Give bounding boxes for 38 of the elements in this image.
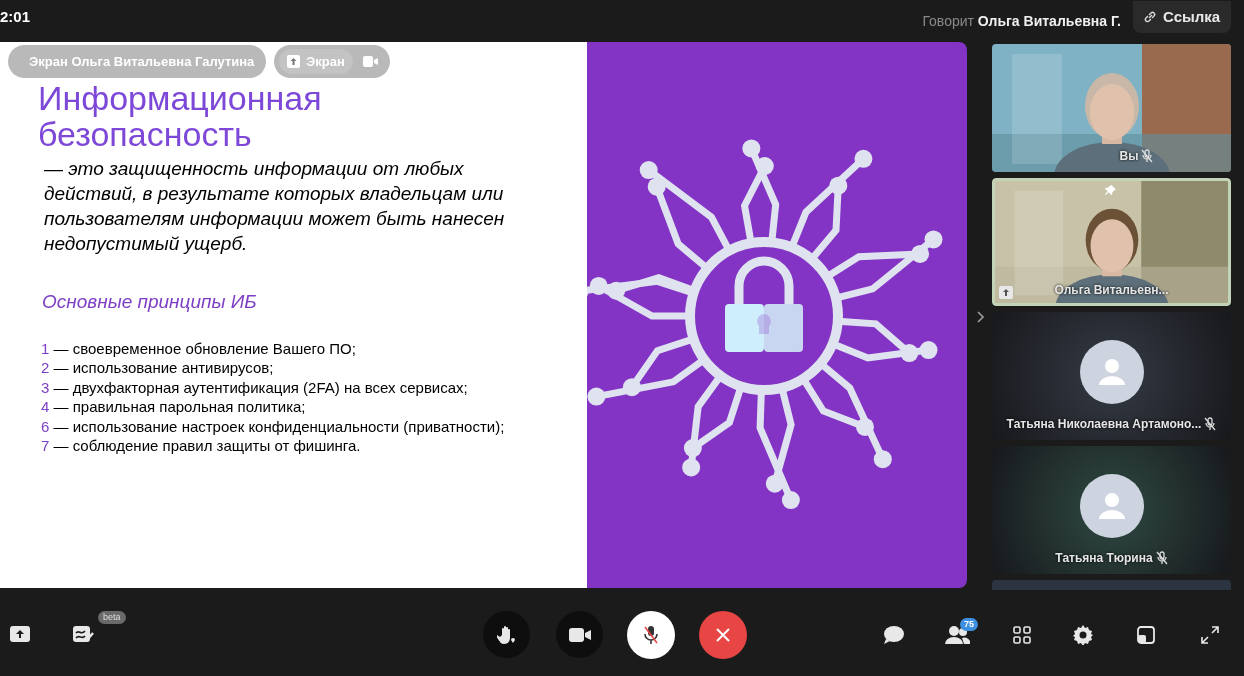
camera-button[interactable]: [556, 611, 603, 658]
settings-button[interactable]: [1073, 625, 1093, 645]
share-screen-icon: [287, 55, 300, 68]
clock-time: 2:01: [0, 7, 31, 27]
principles-heading: Основные принципы ИБ: [42, 290, 258, 314]
principle-item: 6 — использование настроек конфиденциальности (приватности);: [41, 416, 506, 436]
grid-view-button[interactable]: [1013, 626, 1031, 644]
definition-text: — это защищенность информации от любых действий, в результате которых владельцам или пользователям информации может быть нанесен недопустимый ущерб.: [44, 157, 506, 256]
participant-name: Вы: [1119, 148, 1139, 165]
raise-hand-button[interactable]: [483, 611, 530, 658]
participants-count-badge: 75: [960, 618, 978, 631]
principle-item: 4 — правильная парольная политика;: [41, 397, 307, 417]
principle-item: 3 — двухфакторная аутентификация (2FA) на всех сервисах;: [41, 377, 469, 397]
muted-mic-icon: [643, 625, 659, 645]
whiteboard-button[interactable]: [72, 624, 94, 644]
slide-title-line: Информационная: [38, 80, 322, 116]
chevron-right-icon[interactable]: [975, 311, 984, 323]
microphone-button[interactable]: [627, 611, 675, 659]
principle-item: 2 — использование антивирусов;: [41, 358, 275, 378]
camera-icon: [568, 627, 591, 642]
slide-title-line: безопасность: [38, 116, 252, 152]
hand-icon: [496, 624, 517, 645]
chat-button[interactable]: [883, 625, 905, 645]
link-icon: [1143, 10, 1157, 24]
principle-item: 1 — своевременное обновление Вашего ПО;: [41, 338, 357, 358]
beta-badge: beta: [98, 611, 126, 624]
link-button[interactable]: Ссылка: [1133, 1, 1231, 33]
participant-name: Татьяна Тюрина: [1055, 550, 1153, 567]
participants-button[interactable]: [945, 625, 970, 645]
end-call-button[interactable]: [699, 611, 747, 659]
principle-item: 7 — соблюдение правил защиты от фишинга.: [41, 436, 362, 456]
participant-name: Татьяна Николаевна Артамоно...: [1006, 416, 1202, 433]
fullscreen-button[interactable]: [1201, 626, 1219, 644]
layout-button[interactable]: [1137, 626, 1155, 644]
screen-owner-chip: Экран Ольга Витальевна Галутина: [8, 45, 266, 78]
close-icon: [715, 627, 731, 643]
speaker-text: Говорит Ольга Витальевна Г.: [922, 11, 1121, 31]
share-screen-button[interactable]: [10, 626, 30, 642]
